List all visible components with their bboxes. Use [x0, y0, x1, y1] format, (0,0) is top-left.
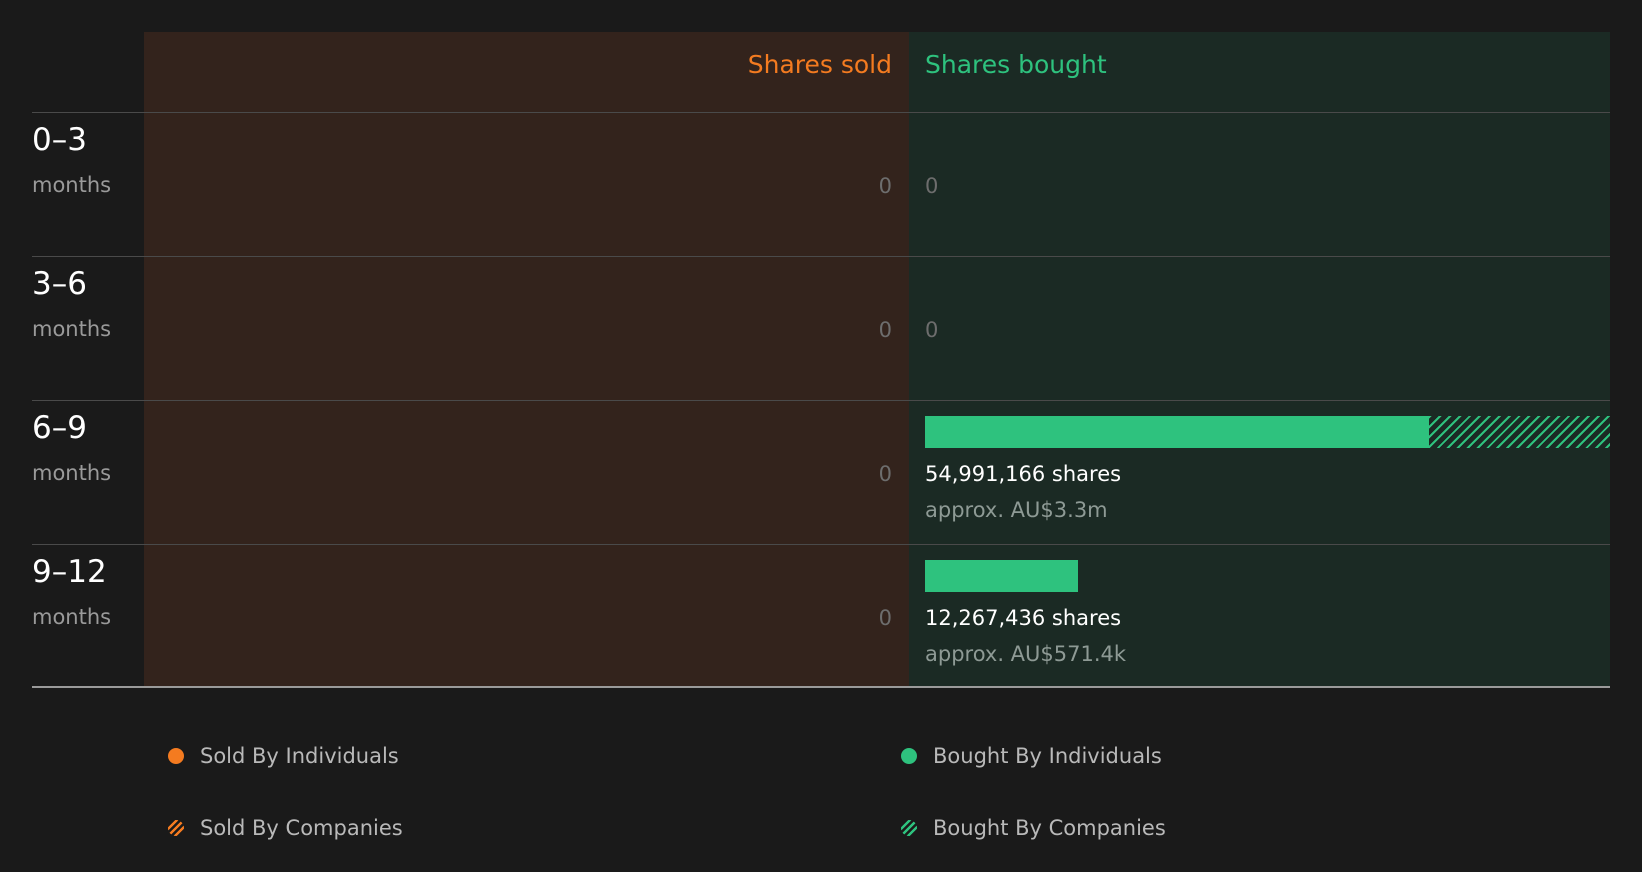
legend-item: Sold By Companies — [168, 813, 403, 843]
legend-swatch-icon — [168, 748, 184, 764]
period-unit-label: months — [32, 605, 112, 629]
legend-label: Sold By Companies — [200, 816, 403, 840]
legend-swatch-icon — [901, 820, 917, 836]
row-divider — [32, 544, 1610, 545]
row-divider — [32, 112, 1610, 113]
legend-swatch-icon — [168, 820, 184, 836]
chart-bottom-axis — [32, 686, 1610, 688]
legend-item: Sold By Individuals — [168, 741, 399, 771]
period-range-label: 0–3 — [32, 122, 87, 158]
sold-value-label: 0 — [878, 318, 892, 342]
legend-label: Bought By Companies — [933, 816, 1166, 840]
bought-header: Shares bought — [925, 50, 1107, 79]
legend-label: Bought By Individuals — [933, 744, 1162, 768]
bought-value-approx: approx. AU$571.4k — [925, 642, 1127, 666]
period-unit-label: months — [32, 173, 112, 197]
legend-item: Bought By Individuals — [901, 741, 1162, 771]
row-divider — [32, 256, 1610, 257]
bought-value-label: 0 — [925, 174, 939, 198]
bought-companies-bar — [1429, 416, 1610, 448]
bought-individuals-bar — [925, 416, 1430, 448]
legend-label: Sold By Individuals — [200, 744, 399, 768]
period-range-label: 3–6 — [32, 266, 87, 302]
sold-value-label: 0 — [878, 174, 892, 198]
bought-individuals-bar — [925, 560, 1078, 592]
sold-header: Shares sold — [747, 50, 892, 79]
bought-value-label: 0 — [925, 318, 939, 342]
period-unit-label: months — [32, 461, 112, 485]
sold-panel — [144, 32, 909, 687]
period-range-label: 6–9 — [32, 410, 87, 446]
legend-item: Bought By Companies — [901, 813, 1166, 843]
bought-value-approx: approx. AU$3.3m — [925, 498, 1108, 522]
bought-shares-label: 12,267,436 shares — [925, 606, 1122, 630]
period-unit-label: months — [32, 317, 112, 341]
row-divider — [32, 400, 1610, 401]
bought-shares-label: 54,991,166 shares — [925, 462, 1122, 486]
period-range-label: 9–12 — [32, 554, 107, 590]
legend-swatch-icon — [901, 748, 917, 764]
sold-value-label: 0 — [878, 606, 892, 630]
sold-value-label: 0 — [878, 462, 892, 486]
